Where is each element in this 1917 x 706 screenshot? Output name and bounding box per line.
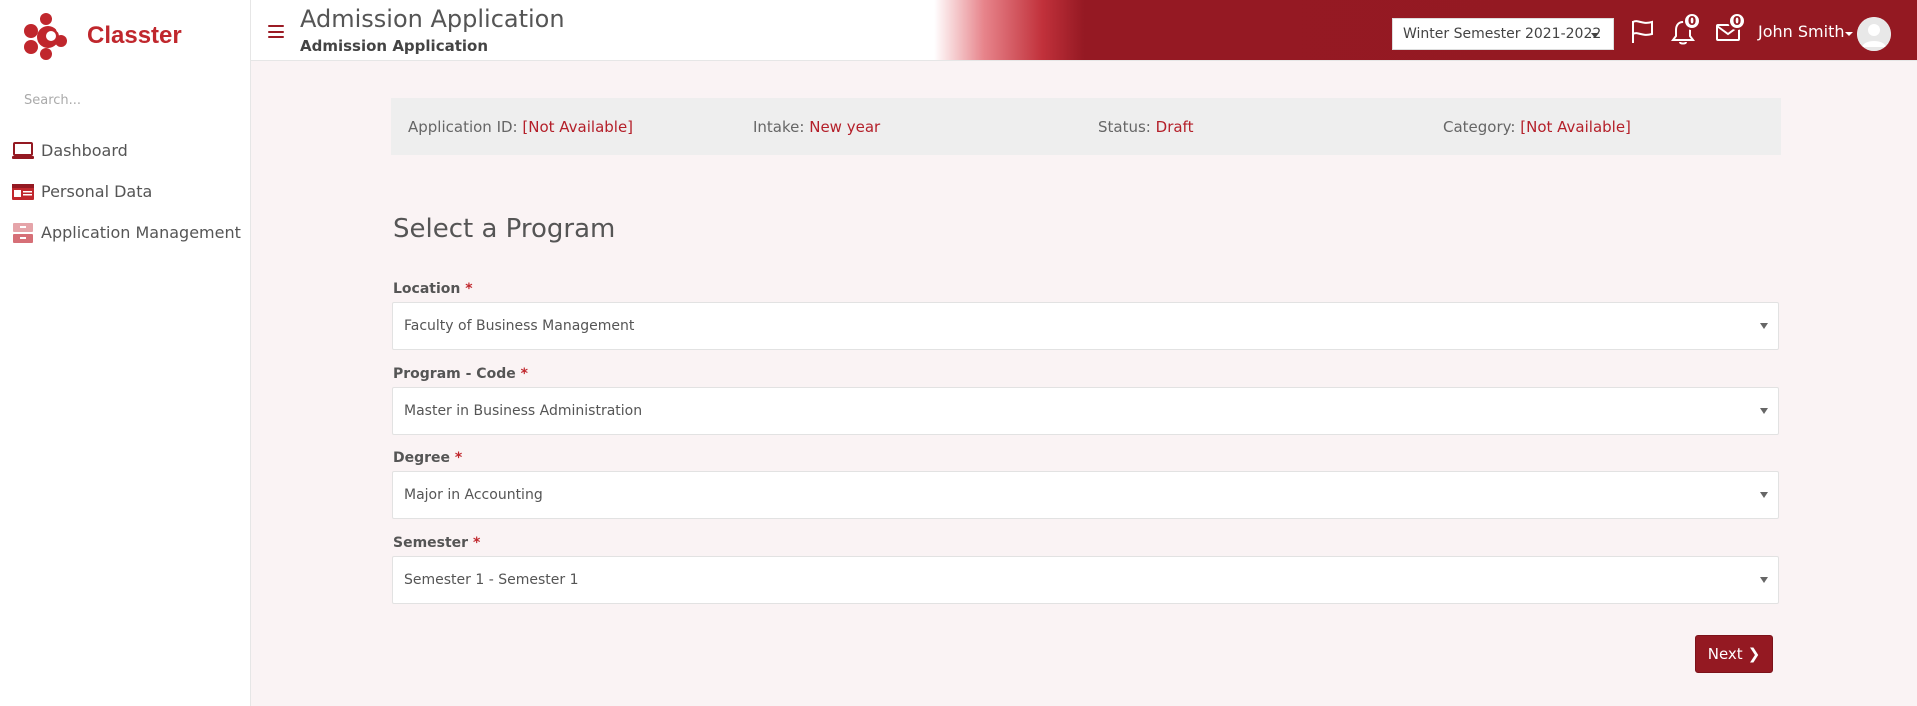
status-label: Status: <box>1098 118 1151 136</box>
avatar[interactable] <box>1857 17 1891 51</box>
intake: Intake: New year <box>753 118 880 136</box>
chevron-down-icon <box>1760 492 1768 498</box>
sidebar-item-dashboard[interactable]: Dashboard <box>0 130 251 171</box>
sidebar-nav: Dashboard Personal Data Application Mana… <box>0 130 251 253</box>
sidebar-item-label: Dashboard <box>41 141 128 160</box>
user-menu[interactable]: John Smith <box>1758 22 1844 41</box>
sidebar-item-personal-data[interactable]: Personal Data <box>0 171 251 212</box>
chevron-down-icon <box>1760 408 1768 414</box>
sidebar-item-label: Personal Data <box>41 182 153 201</box>
chevron-down-icon <box>1760 323 1768 329</box>
chevron-down-icon[interactable] <box>1845 32 1853 36</box>
semester-select[interactable]: Semester 1 - Semester 1 <box>392 556 1779 604</box>
laptop-icon <box>10 140 36 162</box>
sidebar: Classter Dashboard Pers <box>0 0 251 706</box>
required-marker: * <box>465 281 473 297</box>
status-value: Draft <box>1155 118 1194 136</box>
flag-icon[interactable] <box>1628 18 1656 46</box>
application-id-value: [Not Available] <box>522 118 634 136</box>
semester-label: Semester * <box>393 535 480 551</box>
degree-label-text: Degree <box>393 450 451 466</box>
sidebar-item-label: Application Management <box>41 223 241 242</box>
next-button-label: Next <box>1707 645 1743 663</box>
folder-icon <box>10 222 36 244</box>
sidebar-search-input[interactable] <box>12 86 238 114</box>
status: Status: Draft <box>1098 118 1193 136</box>
menu-toggle-icon[interactable] <box>268 25 284 38</box>
form-title: Select a Program <box>393 214 616 244</box>
page-title: Admission Application <box>300 5 565 33</box>
category-label: Category: <box>1443 118 1516 136</box>
logo[interactable]: Classter <box>22 11 182 61</box>
application-id: Application ID: [Not Available] <box>408 118 633 136</box>
application-info-bar: Application ID: [Not Available] Intake: … <box>391 98 1781 155</box>
program-code-select[interactable]: Master in Business Administration <box>392 387 1779 435</box>
chevron-down-icon <box>1760 577 1768 583</box>
location-select[interactable]: Faculty of Business Management <box>392 302 1779 350</box>
degree-label: Degree * <box>393 450 462 466</box>
notifications-badge: 0 <box>1683 12 1701 30</box>
app-name: Classter <box>87 22 182 49</box>
degree-select-value: Major in Accounting <box>404 487 543 503</box>
degree-select[interactable]: Major in Accounting <box>392 471 1779 519</box>
program-code-select-value: Master in Business Administration <box>404 403 643 419</box>
bell-icon[interactable]: 0 <box>1669 12 1701 46</box>
program-code-label: Program - Code * <box>393 366 528 382</box>
category: Category: [Not Available] <box>1443 118 1631 136</box>
messages-badge: 0 <box>1728 12 1746 30</box>
intake-label: Intake: <box>753 118 805 136</box>
required-marker: * <box>520 366 528 382</box>
chevron-right-icon: ❯ <box>1747 645 1761 663</box>
required-marker: * <box>454 450 463 466</box>
chevron-down-icon <box>1591 33 1599 38</box>
next-button[interactable]: Next ❯ <box>1695 635 1773 673</box>
classter-logo-icon <box>24 13 67 60</box>
required-marker: * <box>472 535 481 551</box>
location-select-value: Faculty of Business Management <box>404 318 635 334</box>
semester-select-value: Semester 1 - Semester 1 <box>404 572 579 588</box>
application-id-label: Application ID: <box>408 118 518 136</box>
sidebar-item-application-management[interactable]: Application Management <box>0 212 251 253</box>
location-label-text: Location <box>393 281 461 297</box>
envelope-icon[interactable]: 0 <box>1714 12 1746 46</box>
semester-selector[interactable]: Winter Semester 2021-2022 <box>1392 18 1614 50</box>
id-card-icon <box>10 181 36 203</box>
semester-label-text: Semester <box>393 535 469 551</box>
breadcrumb: Admission Application <box>300 37 488 55</box>
location-label: Location * <box>393 281 473 297</box>
intake-value: New year <box>809 118 881 136</box>
top-header: Admission Application Admission Applicat… <box>251 0 1917 61</box>
semester-selector-value: Winter Semester 2021-2022 <box>1403 26 1602 42</box>
program-code-label-text: Program - Code <box>393 366 516 382</box>
category-value: [Not Available] <box>1520 118 1631 136</box>
user-silhouette-icon <box>1857 17 1891 51</box>
